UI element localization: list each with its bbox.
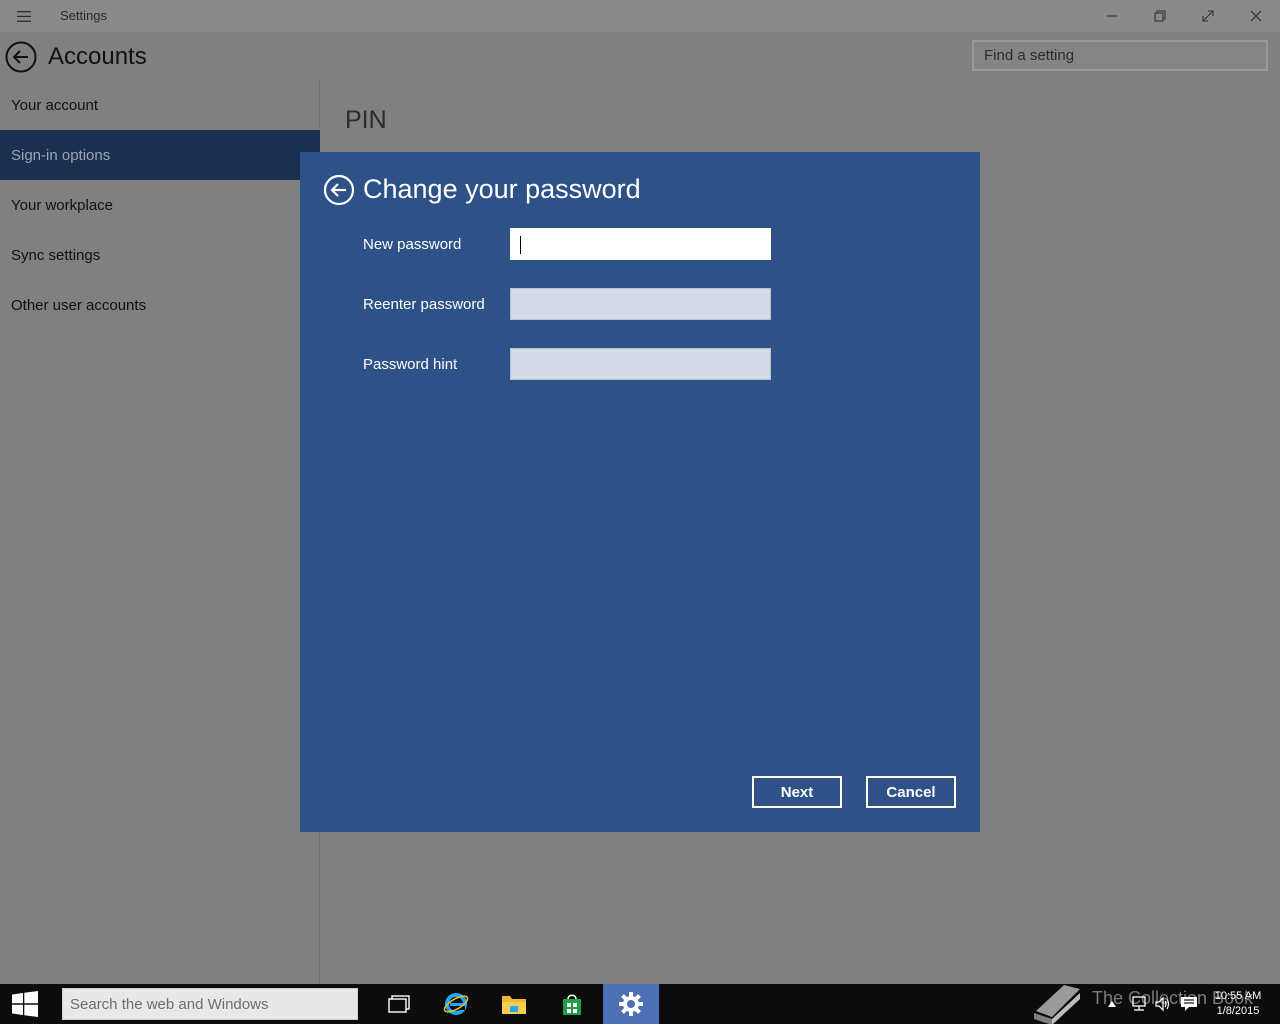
- dialog-title: Change your password: [363, 174, 641, 204]
- gear-icon: [619, 992, 643, 1016]
- network-button[interactable]: [1128, 984, 1150, 1024]
- sidebar-item-sign-in-options[interactable]: Sign-in options: [0, 130, 320, 180]
- clock[interactable]: 10:55 AM 1/8/2015: [1206, 989, 1270, 1019]
- task-view-button[interactable]: [371, 984, 427, 1024]
- close-icon: [1250, 10, 1262, 22]
- cancel-button[interactable]: Cancel: [866, 776, 956, 808]
- chevron-up-icon: [1108, 1001, 1116, 1007]
- reenter-password-input[interactable]: [510, 288, 771, 320]
- action-center-button[interactable]: [1178, 984, 1200, 1024]
- taskbar-search-input[interactable]: Search the web and Windows: [62, 988, 358, 1020]
- back-arrow-icon: [323, 174, 355, 206]
- restore-icon: [1154, 10, 1166, 22]
- sidebar-item-sync-settings[interactable]: Sync settings: [0, 230, 320, 280]
- back-button[interactable]: [5, 41, 37, 73]
- store-button[interactable]: [544, 984, 600, 1024]
- internet-explorer-icon: [443, 993, 469, 1015]
- speaker-icon: [1155, 996, 1170, 1012]
- reenter-password-label: Reenter password: [363, 296, 485, 313]
- minimize-button[interactable]: [1088, 0, 1136, 32]
- taskbar: Search the web and Windows The Collectio…: [0, 984, 1280, 1024]
- new-password-label: New password: [363, 236, 462, 253]
- sidebar-item-your-account[interactable]: Your account: [0, 80, 320, 130]
- section-heading-pin: PIN: [345, 106, 387, 134]
- dialog-back-button[interactable]: [323, 174, 355, 206]
- restore-button[interactable]: [1136, 0, 1184, 32]
- new-password-input[interactable]: [510, 228, 771, 260]
- book-icon: [1034, 985, 1080, 1024]
- change-password-dialog: Change your password New password Reente…: [300, 152, 980, 832]
- internet-explorer-button[interactable]: [428, 984, 484, 1024]
- back-arrow-icon: [5, 41, 37, 73]
- fullscreen-button[interactable]: [1184, 0, 1232, 32]
- find-setting-input[interactable]: Find a setting: [972, 40, 1268, 71]
- next-button[interactable]: Next: [752, 776, 842, 808]
- folder-icon: [502, 996, 526, 1014]
- close-button[interactable]: [1232, 0, 1280, 32]
- watermark-logo: [1030, 984, 1082, 1024]
- password-hint-label: Password hint: [363, 356, 458, 373]
- expand-icon: [1202, 10, 1214, 22]
- settings-taskbar-button[interactable]: [603, 984, 659, 1024]
- file-explorer-button[interactable]: [486, 984, 542, 1024]
- text-caret: [520, 236, 521, 254]
- network-icon: [1132, 996, 1146, 1011]
- minimize-icon: [1107, 15, 1117, 17]
- password-hint-input[interactable]: [510, 348, 771, 380]
- title-bar: Settings: [0, 0, 1280, 32]
- clock-date: 1/8/2015: [1216, 1005, 1260, 1017]
- window-title: Settings: [60, 8, 107, 23]
- windows-logo-icon: [12, 991, 38, 1017]
- start-button[interactable]: [0, 984, 50, 1024]
- notification-icon: [1181, 997, 1197, 1011]
- sidebar-item-other-user-accounts[interactable]: Other user accounts: [0, 280, 320, 330]
- sidebar-item-your-workplace[interactable]: Your workplace: [0, 180, 320, 230]
- header: Accounts Find a setting: [0, 32, 1280, 80]
- hamburger-menu-icon[interactable]: [14, 8, 34, 24]
- show-hidden-icons-button[interactable]: [1104, 984, 1120, 1024]
- clock-time: 10:55 AM: [1214, 990, 1262, 1002]
- task-view-icon: [388, 995, 410, 1013]
- sidebar: Your account Sign-in options Your workpl…: [0, 80, 320, 984]
- store-icon: [563, 994, 581, 1015]
- page-title: Accounts: [48, 43, 147, 70]
- volume-button[interactable]: [1152, 984, 1174, 1024]
